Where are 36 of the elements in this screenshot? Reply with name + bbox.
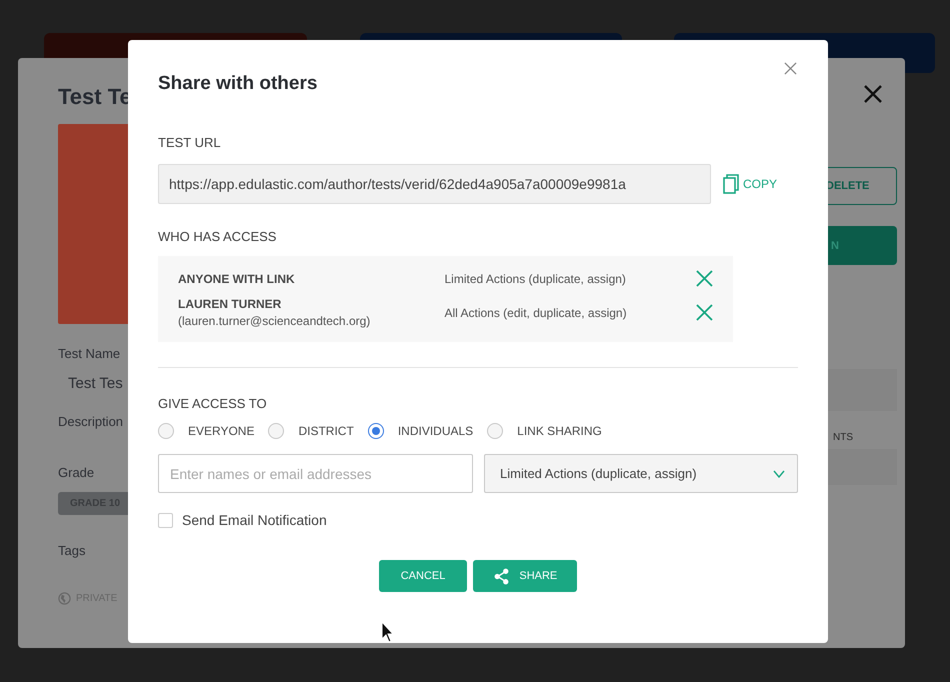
permission-text: Limited Actions (duplicate, assign) xyxy=(444,272,627,286)
chevron-down-icon xyxy=(773,470,785,478)
radio-button[interactable] xyxy=(268,423,284,439)
user-name: LAUREN TURNER xyxy=(178,297,282,311)
url-field[interactable]: https://app.edulastic.com/author/tests/verid/62ded4a905a7a00009e9981a xyxy=(158,164,711,204)
dialog-title: Share with others xyxy=(158,73,318,95)
user-email: (lauren.turner@scienceandtech.org) xyxy=(178,314,372,328)
radio-button[interactable] xyxy=(158,423,174,439)
field-label: Grade xyxy=(58,465,94,480)
share-icon xyxy=(493,568,510,584)
names-input[interactable]: Enter names or email addresses xyxy=(158,454,473,493)
close-icon[interactable] xyxy=(863,84,883,104)
checkbox[interactable] xyxy=(158,512,173,528)
radio-option[interactable]: DISTRICT xyxy=(268,423,354,439)
copy-icon xyxy=(723,174,739,194)
radio-button[interactable] xyxy=(368,423,384,439)
permission-text: All Actions (edit, duplicate, assign) xyxy=(444,306,628,320)
globe-icon xyxy=(58,592,71,605)
remove-icon[interactable] xyxy=(696,304,713,321)
field-label: Test Name xyxy=(58,346,120,361)
radio-option[interactable]: INDIVIDUALS xyxy=(368,423,474,439)
section-label: WHO HAS ACCESS xyxy=(158,229,276,244)
user-name: ANYONE WITH LINK xyxy=(178,272,296,286)
close-icon[interactable] xyxy=(784,62,797,75)
section-label: GIVE ACCESS TO xyxy=(158,396,267,411)
field-label: Tags xyxy=(58,543,86,558)
radio-option[interactable]: LINK SHARING xyxy=(487,423,602,439)
notification-checkbox[interactable]: Send Email Notification xyxy=(158,512,327,528)
field-label: Description xyxy=(58,414,124,429)
section-label: TEST URL xyxy=(158,135,221,150)
radio-button[interactable] xyxy=(487,423,504,439)
field-label: NTS xyxy=(833,432,853,443)
permission-dropdown[interactable]: Limited Actions (duplicate, assign) xyxy=(484,454,798,493)
remove-icon[interactable] xyxy=(696,270,713,287)
radio-option[interactable]: EVERYONE xyxy=(158,423,254,439)
test-name-value: Test Tes xyxy=(68,375,123,392)
